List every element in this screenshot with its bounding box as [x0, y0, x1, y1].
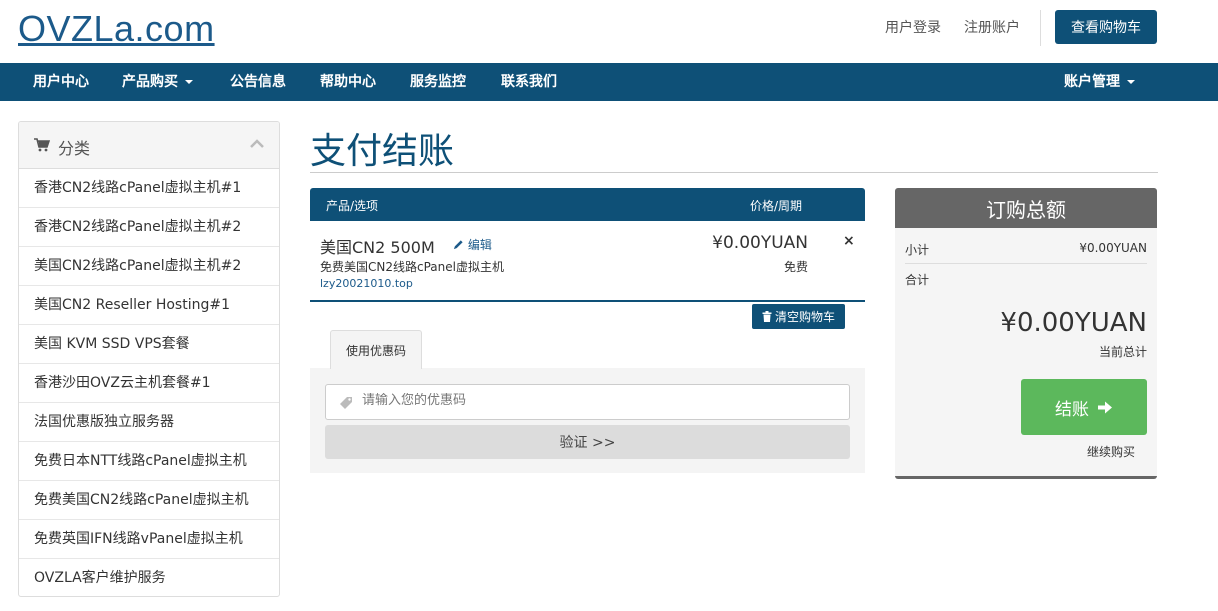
main-nav: 用户中心 产品购买 公告信息 帮助中心 服务监控 联系我们 账户管理: [0, 63, 1218, 101]
sidebar-item[interactable]: 香港CN2线路cPanel虚拟主机#1: [19, 169, 279, 208]
continue-shopping-link[interactable]: 继续购买: [1087, 443, 1135, 460]
sidebar-item[interactable]: OVZLA客户维护服务: [19, 559, 279, 596]
edit-link[interactable]: 编辑: [453, 236, 492, 253]
nav-item-label: 服务监控: [410, 74, 466, 90]
total-amount: ¥0.00YUAN: [1000, 308, 1147, 338]
sidebar-item[interactable]: 美国CN2线路cPanel虚拟主机#2: [19, 247, 279, 286]
item-domain[interactable]: lzy20021010.top: [320, 277, 413, 290]
nav-item-contact[interactable]: 联系我们: [501, 63, 557, 101]
nav-item-user-center[interactable]: 用户中心: [33, 63, 89, 101]
shopping-cart-icon: [34, 138, 50, 152]
total-row: 合计: [905, 271, 1147, 288]
sidebar-item[interactable]: 香港沙田OVZ云主机套餐#1: [19, 364, 279, 403]
nav-item-label: 联系我们: [501, 74, 557, 90]
nav-item-help[interactable]: 帮助中心: [320, 63, 376, 101]
page-title: 支付结账: [310, 131, 455, 172]
nav-item-label: 账户管理: [1064, 74, 1120, 90]
arrow-right-icon: [1098, 401, 1112, 413]
nav-item-announcements[interactable]: 公告信息: [230, 63, 286, 101]
chevron-up-icon[interactable]: [249, 137, 265, 151]
view-cart-button[interactable]: 查看购物车: [1055, 10, 1157, 44]
cart-table-header: 产品/选项 价格/周期: [310, 188, 865, 221]
remove-item-icon[interactable]: ×: [843, 233, 855, 249]
nav-item-label: 公告信息: [230, 74, 286, 90]
order-summary: 订购总额 小计 ¥0.00YUAN 合计 ¥0.00YUAN 当前总计 结账 继…: [895, 188, 1157, 479]
header-divider: [1040, 10, 1041, 46]
nav-item-account[interactable]: 账户管理: [1064, 63, 1135, 101]
login-link[interactable]: 用户登录: [885, 17, 941, 37]
pencil-icon: [453, 240, 463, 250]
register-link[interactable]: 注册账户: [964, 17, 1020, 37]
site-logo[interactable]: OVZLa.com: [18, 8, 215, 50]
sidebar-header[interactable]: 分类: [19, 122, 279, 169]
column-price: 价格/周期: [750, 199, 803, 213]
category-sidebar: 分类 香港CN2线路cPanel虚拟主机#1 香港CN2线路cPanel虚拟主机…: [18, 121, 280, 597]
nav-item-label: 用户中心: [33, 74, 89, 90]
nav-item-label: 帮助中心: [320, 74, 376, 90]
checkout-label: 结账: [1055, 399, 1089, 420]
empty-cart-button[interactable]: 清空购物车: [752, 304, 845, 329]
sidebar-item[interactable]: 香港CN2线路cPanel虚拟主机#2: [19, 208, 279, 247]
caret-down-icon: [185, 80, 193, 84]
subtotal-value: ¥0.00YUAN: [1079, 241, 1147, 255]
subtotal-label: 小计: [905, 243, 930, 257]
item-price: ¥0.00YUAN: [712, 233, 808, 253]
total-label: 合计: [905, 273, 930, 287]
subtotal-row: 小计 ¥0.00YUAN: [905, 241, 1147, 258]
item-description: 免费美国CN2线路cPanel虚拟主机: [320, 260, 504, 274]
checkout-button[interactable]: 结账: [1021, 379, 1147, 435]
total-caption: 当前总计: [1098, 345, 1147, 359]
sidebar-title: 分类: [58, 139, 91, 158]
sidebar-item[interactable]: 免费日本NTT线路cPanel虚拟主机: [19, 442, 279, 481]
trash-icon: [762, 311, 772, 322]
nav-item-label: 产品购买: [122, 74, 178, 90]
sidebar-item[interactable]: 美国 KVM SSD VPS套餐: [19, 325, 279, 364]
caret-down-icon: [1127, 80, 1135, 84]
summary-title: 订购总额: [895, 188, 1157, 228]
nav-item-products[interactable]: 产品购买: [122, 63, 193, 101]
sidebar-item[interactable]: 法国优惠版独立服务器: [19, 403, 279, 442]
empty-cart-label: 清空购物车: [774, 310, 835, 324]
tab-promo-code[interactable]: 使用优惠码: [330, 330, 422, 369]
validate-code-button[interactable]: 验证 >>: [325, 425, 850, 459]
site-header: OVZLa.com 用户登录 注册账户 查看购物车: [0, 0, 1218, 63]
title-divider: [310, 172, 1158, 173]
sidebar-item[interactable]: 美国CN2 Reseller Hosting#1: [19, 286, 279, 325]
column-product: 产品/选项: [326, 199, 379, 213]
item-name: 美国CN2 500M: [320, 238, 435, 257]
ticket-icon: [340, 397, 352, 409]
promo-code-field[interactable]: [325, 384, 850, 420]
sidebar-item[interactable]: 免费美国CN2线路cPanel虚拟主机: [19, 481, 279, 520]
nav-item-monitoring[interactable]: 服务监控: [410, 63, 466, 101]
edit-label: 编辑: [467, 238, 492, 252]
summary-divider: [905, 263, 1147, 264]
item-cycle: 免费: [783, 260, 808, 274]
promo-code-input[interactable]: [362, 393, 832, 408]
cart-item-row: 美国CN2 500M 编辑 免费美国CN2线路cPanel虚拟主机 lzy200…: [310, 221, 865, 302]
sidebar-item[interactable]: 免费英国IFN线路vPanel虚拟主机: [19, 520, 279, 559]
